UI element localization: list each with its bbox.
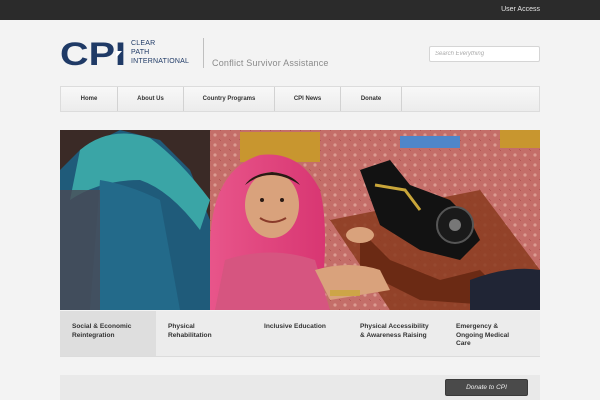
search-input[interactable] bbox=[429, 46, 540, 62]
tab-label-line: Inclusive Education bbox=[264, 323, 326, 330]
logo-word: CLEAR bbox=[131, 40, 156, 47]
tab-physical-rehabilitation[interactable]: Physical Rehabilitation bbox=[156, 311, 252, 356]
tab-label-line: Physical Accessibility bbox=[360, 323, 429, 330]
site-tagline: Conflict Survivor Assistance bbox=[212, 58, 329, 68]
nav-item-donate[interactable]: Donate bbox=[341, 87, 402, 111]
hero-photo bbox=[60, 130, 540, 310]
hero-image[interactable] bbox=[60, 130, 540, 310]
tab-social-economic-reintegration[interactable]: Social & Economic Reintegration bbox=[60, 311, 156, 356]
logo-wordmark: CLEAR PATH INTERNATIONAL bbox=[131, 39, 197, 66]
nav-item-country-programs[interactable]: Country Programs bbox=[184, 87, 275, 111]
tab-label-line: Ongoing Medical bbox=[456, 331, 510, 339]
logo-word: INTERNATIONAL bbox=[131, 58, 190, 65]
tab-label-line: Emergency & bbox=[456, 323, 499, 330]
tab-label-line: Physical bbox=[168, 323, 195, 330]
logo[interactable]: CPI CLEAR PATH INTERNATIONAL bbox=[60, 38, 195, 68]
top-bar: User Access bbox=[0, 0, 600, 20]
user-access-link[interactable]: User Access bbox=[501, 6, 540, 13]
cpi-logo-mark: CPI bbox=[60, 38, 126, 68]
logo-word: PATH bbox=[131, 49, 150, 56]
tab-label-line: & Awareness Raising bbox=[360, 331, 427, 339]
tab-label-line: Social & Economic bbox=[72, 323, 132, 330]
tab-label-line: Reintegration bbox=[72, 331, 115, 339]
nav-item-about-us[interactable]: About Us bbox=[118, 87, 184, 111]
nav-item-cpi-news[interactable]: CPI News bbox=[275, 87, 341, 111]
tab-label-line: Rehabilitation bbox=[168, 331, 212, 339]
tab-emergency-medical-care[interactable]: Emergency & Ongoing Medical Care bbox=[444, 311, 540, 356]
tab-inclusive-education[interactable]: Inclusive Education bbox=[252, 311, 348, 356]
donate-to-cpi-button[interactable]: Donate to CPI bbox=[445, 379, 528, 396]
tab-physical-accessibility[interactable]: Physical Accessibility & Awareness Raisi… bbox=[348, 311, 444, 356]
tab-label-line: Care bbox=[456, 340, 471, 347]
header-divider bbox=[203, 38, 204, 68]
program-tabs: Social & Economic Reintegration Physical… bbox=[60, 311, 540, 357]
nav-item-home[interactable]: Home bbox=[61, 87, 118, 111]
main-nav: Home About Us Country Programs CPI News … bbox=[60, 86, 540, 112]
